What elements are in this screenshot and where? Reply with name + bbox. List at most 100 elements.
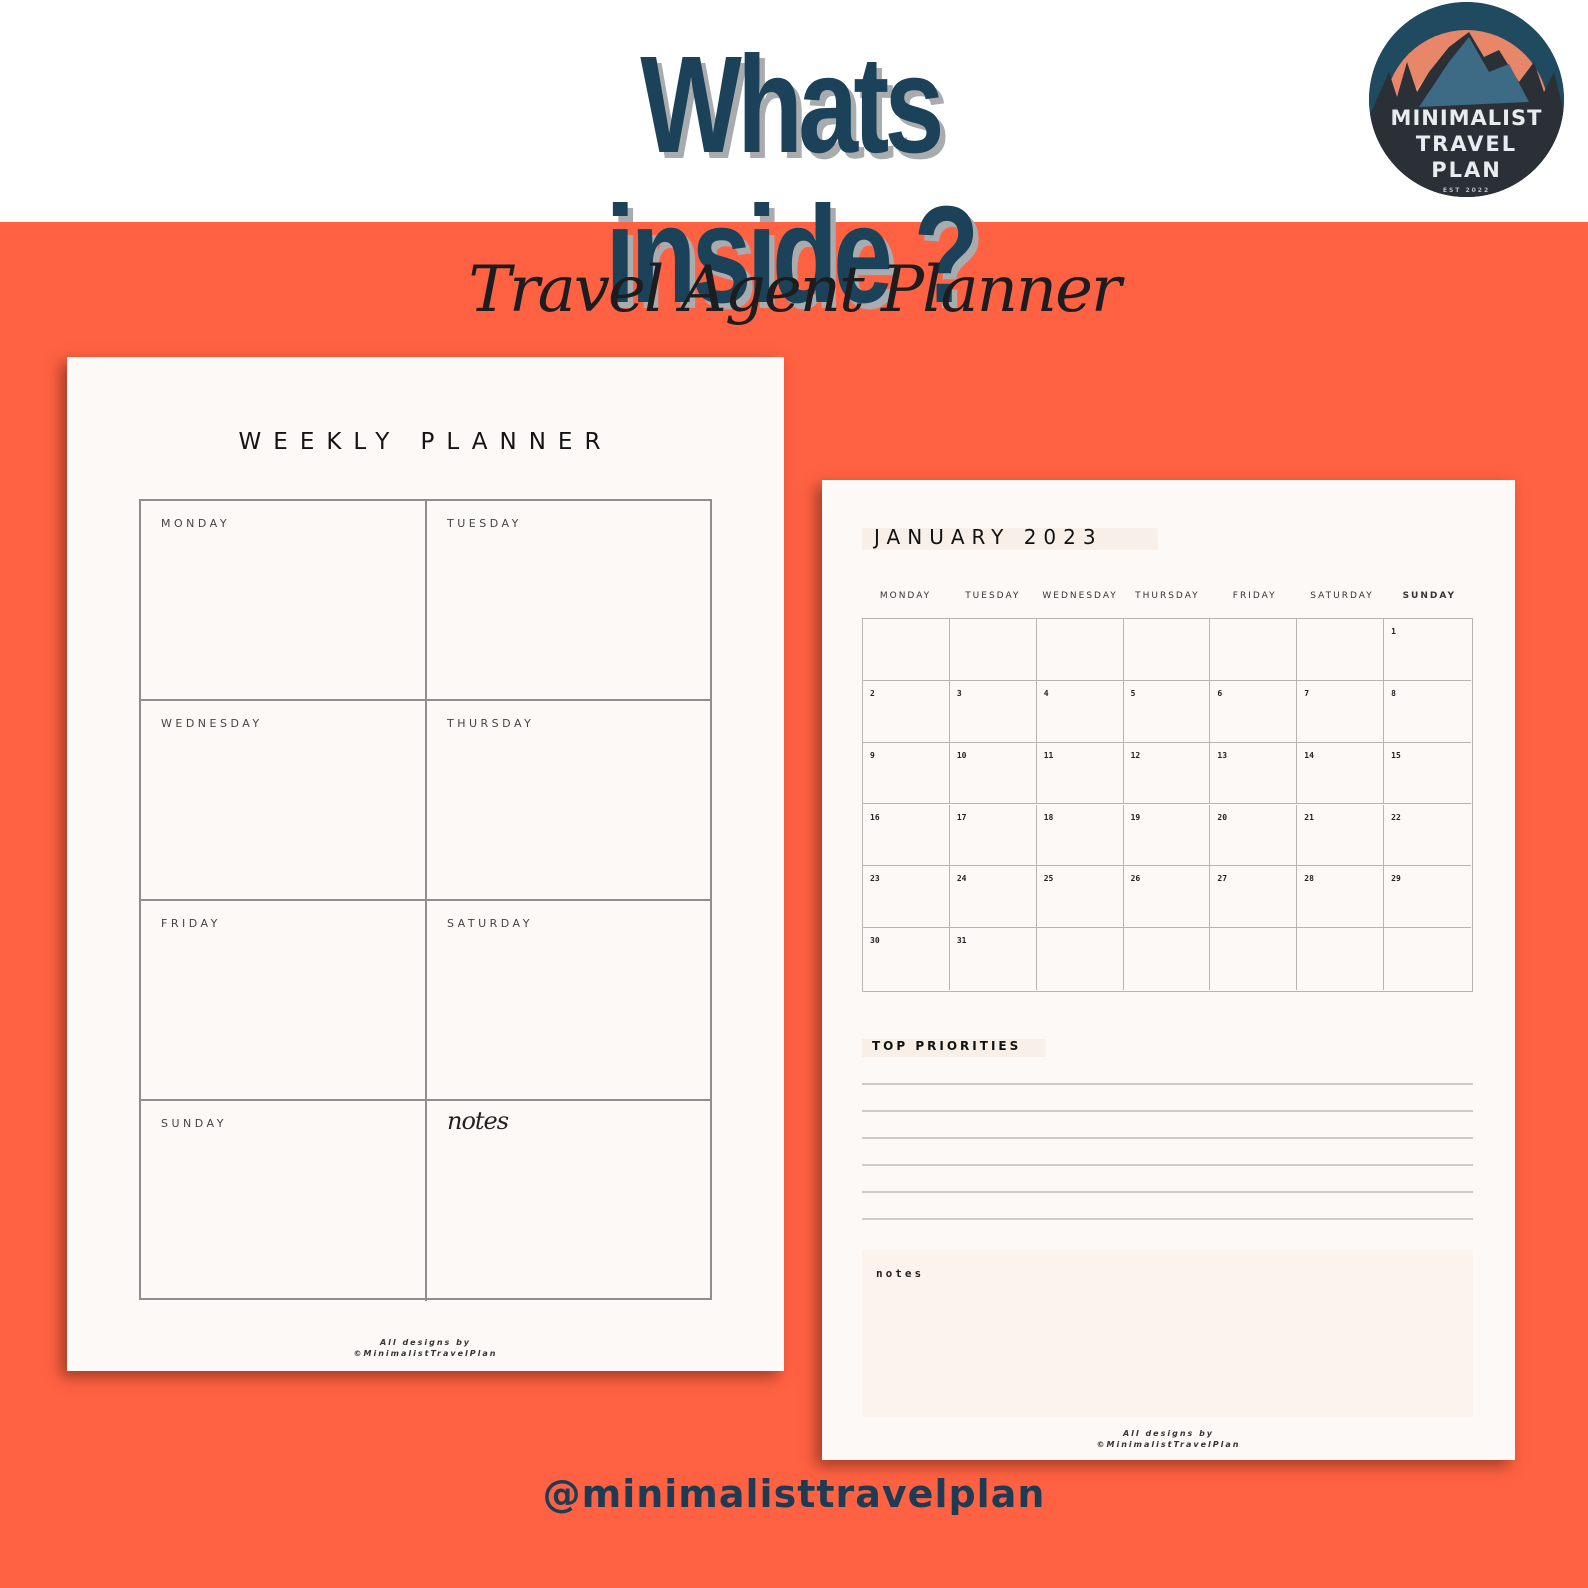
credit-line-2: ©MinimalistTravelPlan	[1096, 1440, 1241, 1449]
calendar-grid: 1 2 3 4 5 6 7 8 9 10 11 12 13 14 15 16 17 18 19 20 21 22 23 24 2…	[862, 618, 1473, 992]
day-number: 12	[1130, 750, 1141, 760]
credit-line-1: All designs by	[1122, 1429, 1215, 1438]
calendar-day-cell: 26	[1123, 866, 1211, 929]
day-label: SUNDAY	[161, 1117, 227, 1130]
calendar-day-cell: 27	[1210, 866, 1298, 929]
day-label: TUESDAY	[447, 517, 522, 530]
logo-line-2: TRAVEL	[1415, 132, 1518, 156]
weekday-label-wednesday: WEDNESDAY	[1042, 591, 1118, 601]
calendar-empty-cell	[1124, 928, 1211, 990]
calendar-empty-cell	[1384, 928, 1471, 990]
calendar-day-cell: 25	[1036, 866, 1124, 929]
calendar-empty-cell	[1210, 928, 1298, 990]
day-number: 23	[870, 874, 880, 884]
weekday-label-monday: MONDAY	[879, 591, 932, 601]
calendar-day-cell: 13	[1210, 742, 1298, 805]
weekday-label-saturday: SATURDAY	[1310, 591, 1374, 601]
calendar-day-cell: 19	[1123, 804, 1211, 867]
day-number: 24	[956, 874, 967, 884]
calendar-day-cell: 14	[1297, 742, 1385, 805]
brand-logo: MINIMALIST TRAVEL PLAN EST 2022	[1369, 2, 1564, 197]
day-number: 3	[956, 688, 962, 698]
day-number: 16	[870, 812, 880, 822]
notes-cell: notes	[427, 1101, 710, 1301]
day-label: FRIDAY	[161, 917, 221, 930]
day-number: 2	[870, 688, 875, 698]
calendar-day-cell: 30	[863, 928, 950, 990]
day-cell-wednesday: WEDNESDAY	[141, 701, 427, 901]
calendar-day-cell: 15	[1384, 743, 1471, 805]
day-number: 30	[870, 936, 880, 946]
day-number: 22	[1391, 812, 1401, 822]
calendar-day-cell: 11	[1036, 742, 1124, 805]
calendar-day-cell: 17	[949, 804, 1037, 867]
calendar-day-cell: 20	[1210, 804, 1298, 867]
weekday-header: MONDAY TUESDAY WEDNESDAY THURSDAY FRIDAY SATU…	[862, 591, 1473, 605]
page-title: Whats inside ?	[605, 28, 979, 332]
calendar-day-cell: 4	[1036, 680, 1124, 743]
calendar-empty-cell	[863, 619, 950, 681]
priority-line[interactable]	[862, 1110, 1473, 1112]
calendar-day-cell: 21	[1297, 804, 1385, 867]
logo-line-3: PLAN	[1431, 158, 1502, 182]
weekday-label-friday: FRIDAY	[1232, 591, 1277, 601]
day-number: 20	[1217, 812, 1228, 822]
calendar-day-cell: 24	[949, 866, 1037, 929]
day-cell-sunday: SUNDAY	[141, 1101, 427, 1301]
day-label: WEDNESDAY	[161, 717, 263, 730]
day-number: 4	[1043, 688, 1049, 698]
calendar-empty-cell	[949, 619, 1037, 681]
calendar-day-cell: 28	[1297, 866, 1385, 929]
calendar-day-cell: 31	[950, 928, 1037, 990]
calendar-day-cell: 29	[1384, 866, 1471, 929]
priority-line[interactable]	[862, 1218, 1473, 1220]
day-label: SATURDAY	[447, 917, 533, 930]
calendar-empty-cell	[1036, 619, 1124, 681]
day-number: 15	[1391, 750, 1401, 760]
day-cell-saturday: SATURDAY	[427, 901, 710, 1101]
weekly-planner-page: WEEKLY PLANNER MONDAY TUESDAY WEDNESDAY THU…	[67, 357, 784, 1371]
product-subtitle: Travel Agent Planner	[468, 253, 1121, 327]
logo-line-1: MINIMALIST	[1390, 106, 1543, 130]
priorities-title: TOP PRIORITIES	[872, 1039, 1022, 1053]
monthly-planner-page: JANUARY 2023 MONDAY TUESDAY WEDNESDAY THURS…	[822, 480, 1515, 1460]
day-label: THURSDAY	[447, 717, 535, 730]
day-number: 27	[1217, 874, 1228, 884]
day-number: 18	[1043, 812, 1054, 822]
notes-label: notes	[876, 1267, 925, 1280]
day-number: 25	[1043, 874, 1054, 884]
calendar-empty-cell	[1297, 619, 1385, 681]
calendar-day-cell: 2	[863, 680, 950, 743]
calendar-day-cell: 1	[1384, 619, 1471, 681]
credit-text: All designs by ©MinimalistTravelPlan	[822, 1428, 1515, 1450]
day-cell-friday: FRIDAY	[141, 901, 427, 1101]
credit-line-1: All designs by	[379, 1338, 472, 1347]
day-number: 5	[1130, 688, 1136, 698]
day-number: 29	[1391, 874, 1401, 884]
day-number: 11	[1043, 750, 1054, 760]
calendar-day-cell: 22	[1384, 805, 1471, 867]
day-cell-tuesday: TUESDAY	[427, 501, 710, 701]
day-number: 17	[956, 812, 967, 822]
calendar-day-cell: 6	[1210, 680, 1298, 743]
calendar-day-cell: 10	[949, 742, 1037, 805]
day-number: 28	[1304, 874, 1314, 884]
calendar-day-cell: 8	[1384, 681, 1471, 743]
day-number: 7	[1304, 688, 1310, 698]
calendar-empty-cell	[1210, 619, 1298, 681]
logo-est: EST 2022	[1442, 187, 1491, 194]
day-number: 8	[1391, 688, 1396, 698]
calendar-empty-cell	[1297, 928, 1385, 990]
weekly-planner-title: WEEKLY PLANNER	[238, 429, 613, 455]
calendar-empty-cell	[1037, 928, 1124, 990]
credit-text: All designs by ©MinimalistTravelPlan	[67, 1337, 784, 1359]
calendar-day-cell: 12	[1123, 742, 1211, 805]
priority-line[interactable]	[862, 1164, 1473, 1166]
credit-line-2: ©MinimalistTravelPlan	[353, 1349, 498, 1358]
priority-line[interactable]	[862, 1191, 1473, 1193]
day-number: 10	[956, 750, 967, 760]
priority-line[interactable]	[862, 1137, 1473, 1139]
day-cell-monday: MONDAY	[141, 501, 427, 701]
calendar-day-cell: 5	[1123, 680, 1211, 743]
priority-line[interactable]	[862, 1083, 1473, 1085]
